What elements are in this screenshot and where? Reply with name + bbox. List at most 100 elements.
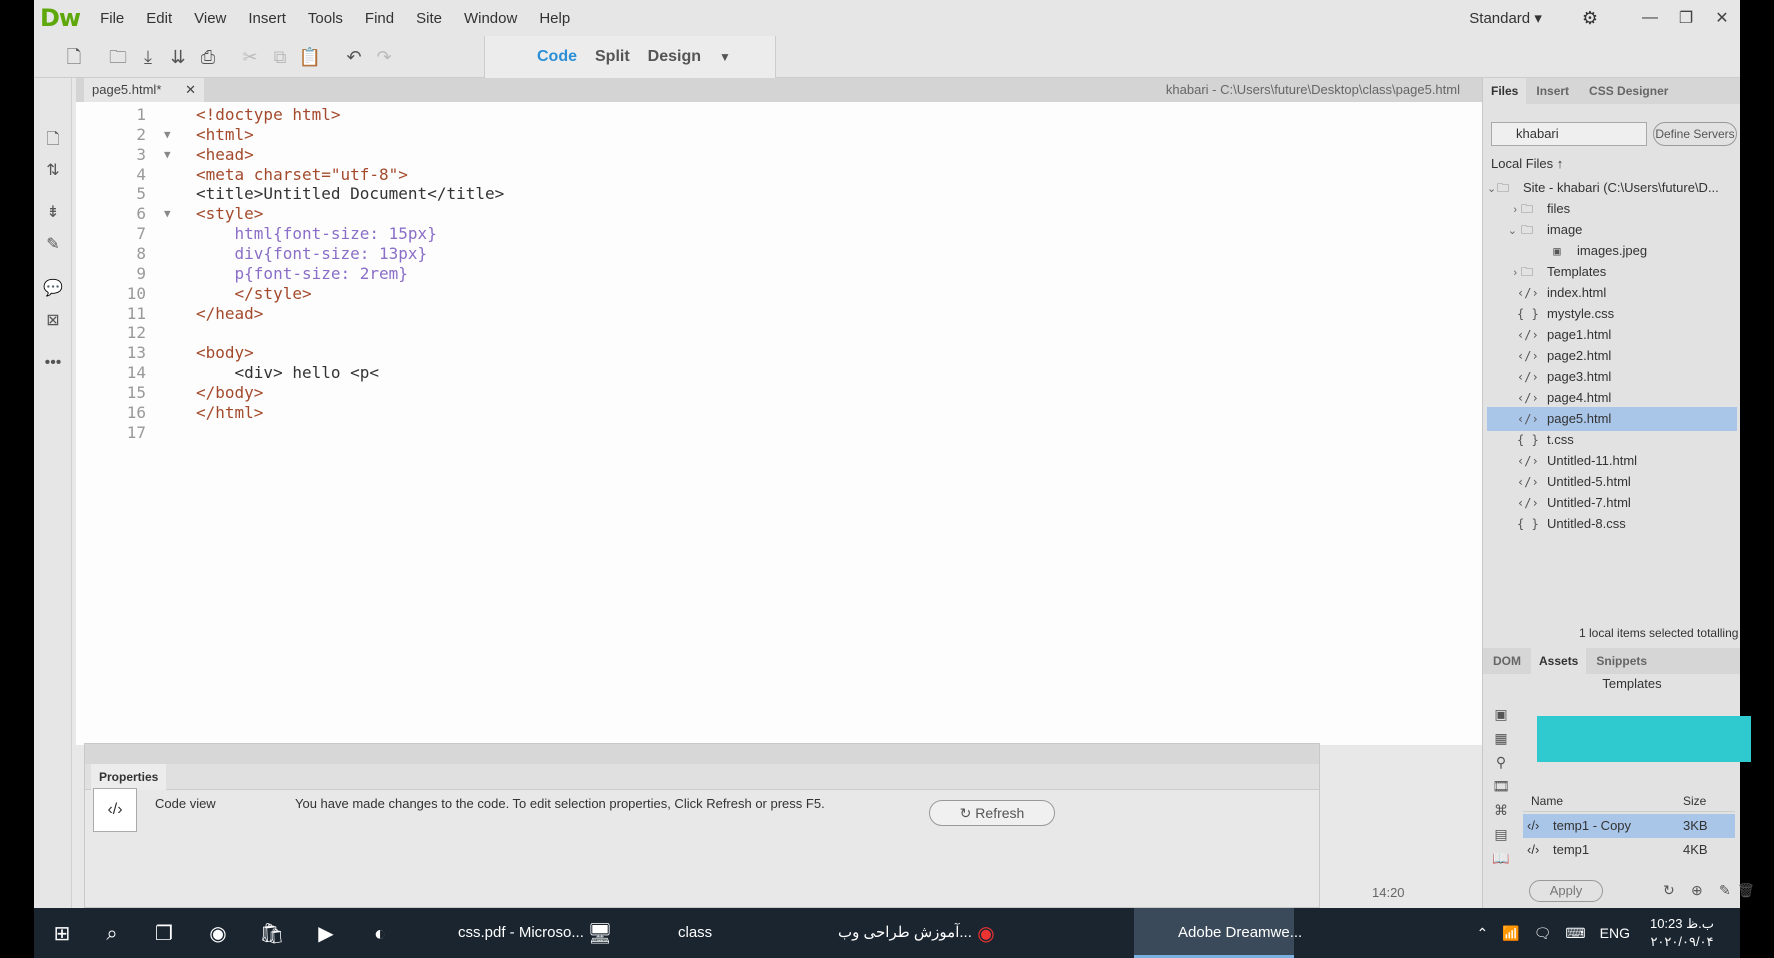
format-source-icon[interactable]: ✎ [42, 234, 64, 256]
firefox-icon[interactable]: ◐ [366, 920, 394, 948]
display-settings-icon[interactable]: 🖥 [586, 920, 614, 948]
refresh-button[interactable]: ↻ Refresh [929, 800, 1055, 826]
new-document-icon[interactable]: 🗋 [62, 46, 86, 68]
local-files-header[interactable]: Local Files ↑ [1491, 156, 1563, 171]
redo-icon[interactable]: ↷ [372, 46, 396, 68]
taskbar-app-dreamweaver[interactable]: Adobe Dreamwe... [1134, 908, 1302, 958]
file-management-icon[interactable]: ⇅ [42, 160, 64, 182]
menu-window[interactable]: Window [464, 10, 517, 27]
task-view-icon[interactable]: ❐ [150, 920, 178, 948]
menu-view[interactable]: View [194, 10, 226, 27]
code-line[interactable]: 17 [76, 422, 1482, 444]
menu-help[interactable]: Help [539, 10, 570, 27]
keyboard-icon[interactable]: ⌨ [1565, 925, 1585, 942]
code-line[interactable]: 2 ▼ <html> [76, 124, 1482, 146]
new-template-icon[interactable]: ⊕ [1691, 882, 1703, 899]
save-icon[interactable]: ⤓ [136, 46, 160, 68]
network-icon[interactable]: 📶 [1502, 925, 1519, 942]
record-icon[interactable]: ◉ [972, 920, 1000, 948]
language-indicator[interactable]: ENG [1600, 925, 1630, 941]
save-all-icon[interactable]: ⇊ [166, 46, 190, 68]
paste-icon[interactable]: 📋 [298, 46, 322, 68]
workspace-select[interactable]: Standard ▾ [1469, 9, 1542, 27]
code-line[interactable]: 9 p{font-size: 2rem} [76, 263, 1482, 285]
close-icon[interactable]: ✕ [1704, 8, 1740, 28]
code-line[interactable]: 5 <title>Untitled Document</title> [76, 183, 1482, 205]
file-tree-item[interactable]: { } Untitled-8.css [1487, 512, 1737, 536]
chrome-icon[interactable]: ◉ [204, 920, 232, 948]
search-icon[interactable]: ⌕ [98, 920, 126, 948]
tab-files[interactable]: Files [1483, 78, 1527, 104]
colors-icon[interactable]: ▦ [1491, 730, 1511, 750]
templates-icon[interactable]: ▤ [1491, 826, 1511, 846]
menu-edit[interactable]: Edit [146, 10, 172, 27]
images-icon[interactable]: ▣ [1491, 706, 1511, 726]
define-servers-button[interactable]: Define Servers [1653, 122, 1737, 146]
code-line[interactable]: 6 ▼ <style> [76, 203, 1482, 225]
chevron-down-icon[interactable]: ▼ [719, 50, 731, 64]
column-size[interactable]: Size [1683, 794, 1706, 808]
code-editor[interactable]: 1 <!doctype html> 2 ▼ <html> 3 ▼ <head> 4 <meta c… [76, 102, 1482, 745]
site-select[interactable]: khabari [1491, 122, 1647, 146]
code-line[interactable]: 14 <div> hello <p< [76, 362, 1482, 384]
remove-comment-icon[interactable]: ⊠ [42, 310, 64, 332]
tab-assets[interactable]: Assets [1531, 648, 1587, 674]
copy-icon[interactable]: ⧉ [268, 46, 292, 68]
tab-insert[interactable]: Insert [1536, 84, 1569, 98]
apply-comment-icon[interactable]: 💬 [42, 278, 64, 300]
code-line[interactable]: 7 html{font-size: 15px} [76, 223, 1482, 245]
document-tab[interactable]: page5.html* ✕ [84, 78, 204, 102]
fold-toggle-icon[interactable]: ▼ [164, 144, 171, 166]
menu-tools[interactable]: Tools [308, 10, 343, 27]
tab-dom[interactable]: DOM [1493, 654, 1521, 668]
code-line[interactable]: 11 </head> [76, 303, 1482, 325]
open-documents-icon[interactable]: 🗋 [42, 128, 64, 150]
store-icon[interactable]: 🛍 [258, 920, 286, 948]
expand-all-icon[interactable]: ⇟ [42, 202, 64, 224]
library-icon[interactable]: 📖 [1491, 850, 1511, 870]
tab-css-designer[interactable]: CSS Designer [1589, 84, 1668, 98]
print-icon[interactable]: ⎙ [196, 46, 220, 68]
more-icon[interactable]: ••• [42, 354, 64, 376]
notification-icon[interactable]: 🗨 [1534, 925, 1552, 942]
open-folder-icon[interactable]: 🗀 [106, 46, 130, 68]
fold-toggle-icon[interactable]: ▼ [164, 124, 171, 146]
code-line[interactable]: 13 <body> [76, 342, 1482, 364]
code-view-button[interactable]: Code [537, 48, 577, 66]
template-row[interactable]: ‹/› temp1 - Copy 3KB [1523, 814, 1735, 838]
code-line[interactable]: 10 </style> [76, 283, 1482, 305]
code-line[interactable]: 12 [76, 322, 1482, 344]
restore-icon[interactable]: ❐ [1668, 8, 1704, 28]
menu-site[interactable]: Site [416, 10, 442, 27]
clock[interactable]: 10:23 ب.ظ ۲۰۲۰/۰۹/۰۴ [1650, 915, 1714, 951]
properties-tab[interactable]: Properties [91, 764, 167, 790]
split-view-button[interactable]: Split [595, 48, 630, 66]
windows-start-icon[interactable]: ⊞ [48, 920, 76, 948]
urls-icon[interactable]: ⚲ [1491, 754, 1511, 774]
template-row[interactable]: ‹/› temp1 4KB [1523, 838, 1735, 862]
scripts-icon[interactable]: ⌘ [1491, 802, 1511, 822]
minimize-icon[interactable]: — [1632, 9, 1668, 27]
chevron-up-icon[interactable]: ⌃ [1476, 925, 1488, 942]
column-name[interactable]: Name [1531, 794, 1563, 808]
close-tab-icon[interactable]: ✕ [185, 78, 196, 102]
media-player-icon[interactable]: ▶ [312, 920, 340, 948]
menu-find[interactable]: Find [365, 10, 394, 27]
fold-toggle-icon[interactable]: ▼ [164, 203, 171, 225]
trash-icon[interactable]: 🗑 [1737, 882, 1755, 899]
cut-icon[interactable]: ✂ [238, 46, 262, 68]
menu-insert[interactable]: Insert [248, 10, 286, 27]
code-line[interactable]: 4 <meta charset="utf-8"> [76, 164, 1482, 186]
code-line[interactable]: 3 ▼ <head> [76, 144, 1482, 166]
gear-icon[interactable]: ⚙ [1582, 8, 1598, 29]
code-line[interactable]: 8 div{font-size: 13px} [76, 243, 1482, 265]
media-icon[interactable]: 🎞 [1491, 778, 1511, 798]
design-view-button[interactable]: Design [648, 48, 701, 66]
edit-icon[interactable]: ✎ [1719, 882, 1731, 899]
tab-snippets[interactable]: Snippets [1596, 654, 1647, 668]
menu-file[interactable]: File [100, 10, 124, 27]
refresh-icon[interactable]: ↻ [1663, 882, 1675, 899]
code-line[interactable]: 15 </body> [76, 382, 1482, 404]
taskbar-app-powerpoint[interactable]: آموزش طراحی وب... [794, 908, 994, 958]
code-line[interactable]: 1 <!doctype html> [76, 104, 1482, 126]
